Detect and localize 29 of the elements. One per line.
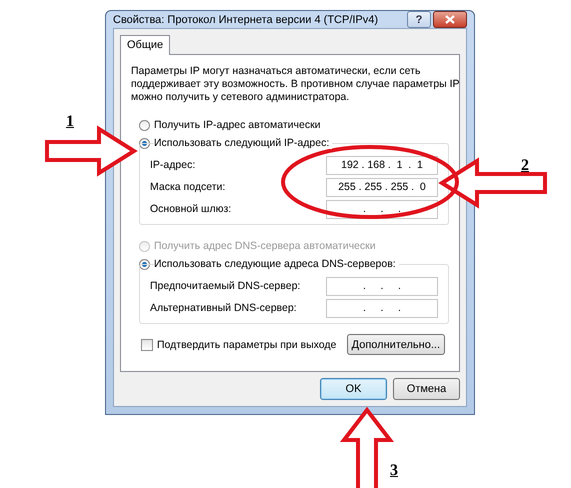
step-number: 2 [521,157,529,175]
radio-label: Использовать следующий IP-адрес: [154,137,332,149]
radio-label: Использовать следующие адреса DNS-серверов: [154,258,399,270]
radio-button[interactable] [139,138,150,148]
field-label: Альтернативный DNS-сервер: [150,302,297,314]
checkbox-label: Подтвердить параметры при выходе [157,338,336,350]
radio-button[interactable] [139,258,150,270]
ip-address-field[interactable]: . . . [326,200,438,218]
checkbox[interactable] [141,338,153,350]
dialog-button[interactable]: Отмена [393,378,460,400]
ip-address-field[interactable]: 192 . 168 . 1 . 1 [326,156,438,174]
ip-address-field[interactable]: 255 . 255 . 255 . 0 [326,178,438,196]
step-number: 3 [390,462,398,480]
field-label: Основной шлюз: [150,203,232,215]
field-label: IP-адрес: [150,159,196,171]
ip-address-field[interactable]: . . . [326,298,438,318]
ip-address-field[interactable]: . . . [326,276,438,296]
dialog-button[interactable]: OK [320,378,387,400]
radio-button[interactable] [139,120,150,130]
description-text: Параметры IP могут назначаться автоматически, если сеть поддерживает эту возможность. В противном случае параметры IP можно получить у сетевого администратора. [131,65,460,104]
help-button[interactable]: ? [407,11,431,28]
close-button[interactable] [433,11,467,28]
close-icon [445,15,455,24]
field-label: Маска подсети: [150,181,226,193]
window-title: Свойства: Протокол Интернета версии 4 (TCP/IPv4) [113,14,378,26]
step-number: 1 [66,113,74,131]
advanced-button[interactable]: Дополнительно... [346,334,445,355]
field-label: Предпочитаемый DNS-сервер: [150,280,300,292]
tab[interactable]: Общие [120,35,170,55]
